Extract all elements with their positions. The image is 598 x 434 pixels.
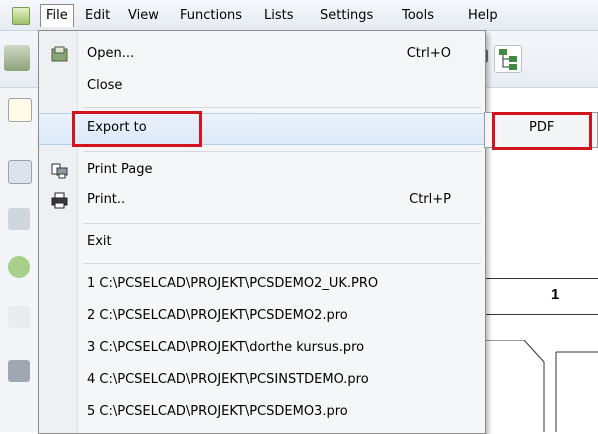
recent-file-1[interactable]: 1 C:\PCSELCAD\PROJEKT\PCSDEMO2_UK.PRO xyxy=(39,271,485,299)
toolbar-new-icon[interactable] xyxy=(4,45,30,71)
menu-tools[interactable]: Tools xyxy=(400,6,436,26)
export-highlight-box xyxy=(72,111,202,147)
menu-bar: File Edit View Functions Lists Settings … xyxy=(0,0,598,31)
app-icon xyxy=(12,7,30,25)
menu-item-close[interactable]: Close xyxy=(39,73,485,101)
recent-file-label: 5 C:\PCSELCAD\PROJEKT\PCSDEMO3.pro xyxy=(87,404,348,419)
menu-item-open[interactable]: Open... Ctrl+O xyxy=(39,41,485,69)
menu-separator xyxy=(83,151,481,152)
menu-edit[interactable]: Edit xyxy=(83,6,112,26)
menu-item-print[interactable]: Print.. Ctrl+P xyxy=(39,187,485,215)
recent-file-2[interactable]: 2 C:\PCSELCAD\PROJEKT\PCSDEMO2.pro xyxy=(39,303,485,331)
open-icon xyxy=(51,46,68,62)
canvas-line xyxy=(484,314,598,315)
menu-view[interactable]: View xyxy=(126,6,161,26)
recent-file-label: 4 C:\PCSELCAD\PROJEKT\PCSINSTDEMO.pro xyxy=(87,372,369,387)
recent-file-label: 2 C:\PCSELCAD\PROJEKT\PCSDEMO2.pro xyxy=(87,308,348,323)
menu-separator xyxy=(83,107,481,108)
menu-item-exit[interactable]: Exit xyxy=(39,229,485,257)
menu-item-label: Print.. xyxy=(87,192,126,207)
star-tool-icon[interactable] xyxy=(8,98,32,122)
toolbar-tree-icon[interactable] xyxy=(494,45,522,73)
menu-item-shortcut: Ctrl+O xyxy=(406,46,451,61)
menu-file[interactable]: File xyxy=(40,4,74,27)
menu-separator xyxy=(83,223,481,224)
print-page-icon xyxy=(51,163,68,179)
pdf-highlight-box xyxy=(492,112,592,150)
menu-item-label: Close xyxy=(87,78,123,93)
circle-tool-icon[interactable] xyxy=(8,256,30,278)
menu-item-shortcut: Ctrl+P xyxy=(409,192,451,207)
menu-functions[interactable]: Functions xyxy=(178,6,244,26)
window-tool-icon[interactable] xyxy=(8,360,30,382)
menu-lists[interactable]: Lists xyxy=(262,6,296,26)
recent-file-label: 3 C:\PCSELCAD\PROJEKT\dorthe kursus.pro xyxy=(87,340,365,355)
canvas-column-number: 1 xyxy=(551,286,560,303)
menu-separator xyxy=(83,263,481,264)
file-menu-dropdown: Open... Ctrl+O Close Export to Print Pag… xyxy=(38,30,486,434)
menu-item-label: Exit xyxy=(87,234,112,249)
list-tool-icon[interactable] xyxy=(8,208,30,230)
recent-file-label: 1 C:\PCSELCAD\PROJEKT\PCSDEMO2_UK.PRO xyxy=(87,276,379,291)
printer-icon xyxy=(51,192,68,209)
menu-help[interactable]: Help xyxy=(466,6,500,26)
canvas-shape xyxy=(484,340,598,432)
menu-settings[interactable]: Settings xyxy=(318,6,375,26)
menu-item-print-page[interactable]: Print Page xyxy=(39,157,485,185)
recent-file-4[interactable]: 4 C:\PCSELCAD\PROJEKT\PCSINSTDEMO.pro xyxy=(39,367,485,395)
hand-tool-icon[interactable] xyxy=(8,306,30,328)
canvas-line xyxy=(484,278,598,279)
recent-file-5[interactable]: 5 C:\PCSELCAD\PROJEKT\PCSDEMO3.pro xyxy=(39,399,485,427)
recent-file-3[interactable]: 3 C:\PCSELCAD\PROJEKT\dorthe kursus.pro xyxy=(39,335,485,363)
left-toolbar xyxy=(0,88,40,432)
menu-item-label: Print Page xyxy=(87,162,153,177)
page-tool-icon[interactable] xyxy=(8,160,32,184)
menu-item-label: Open... xyxy=(87,46,135,61)
